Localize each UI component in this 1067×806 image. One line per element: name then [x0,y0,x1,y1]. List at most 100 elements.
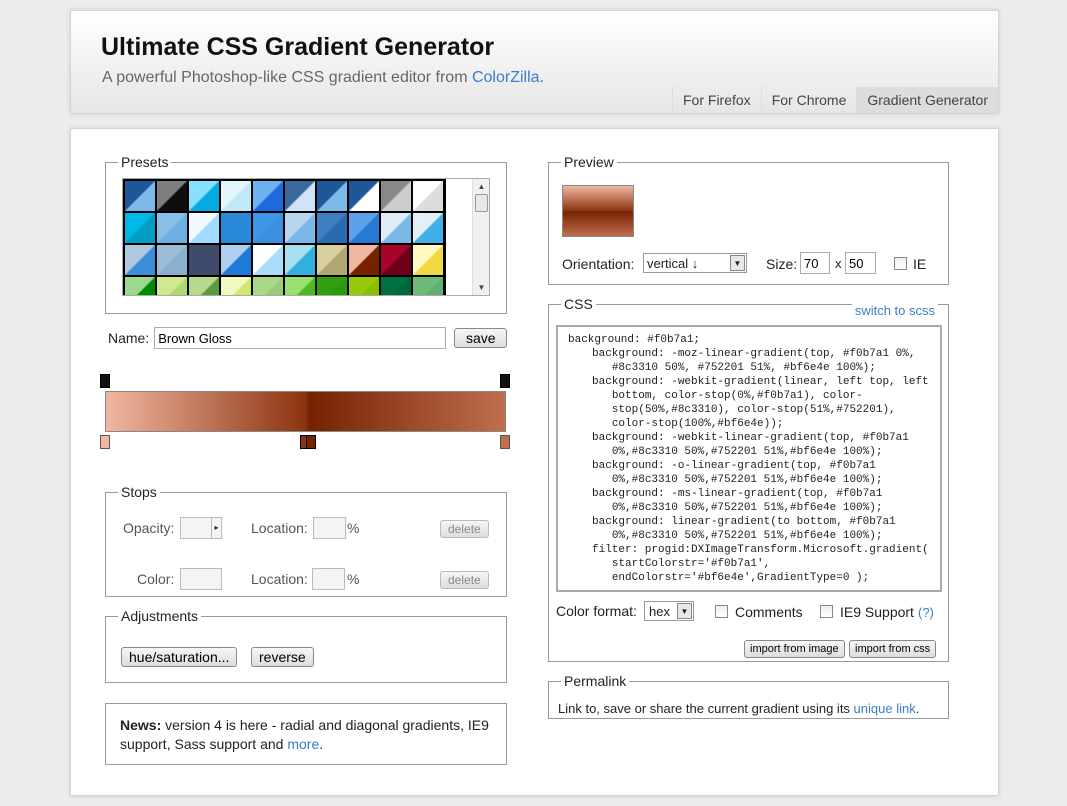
presets-grid [123,179,446,295]
news-end: . [319,736,324,752]
opacity-location-input[interactable] [313,517,346,539]
preset-swatch[interactable] [189,245,219,275]
preset-swatch[interactable] [285,213,315,243]
import-from-css-button[interactable]: import from css [849,640,937,658]
preset-swatch[interactable] [221,245,251,275]
preset-swatch[interactable] [413,277,443,295]
preset-swatch[interactable] [221,181,251,211]
stops-panel: Stops Opacity: ▸ Location: % delete Colo… [105,484,507,597]
preset-swatch[interactable] [285,245,315,275]
color-stop-51[interactable] [306,435,316,449]
color-location-input[interactable] [312,568,345,590]
preset-swatch[interactable] [125,181,155,211]
save-button[interactable]: save [454,328,508,348]
height-input[interactable] [845,252,876,274]
permalink-text: Link to, save or share the current gradi… [558,701,919,716]
nav-firefox[interactable]: For Firefox [672,87,761,113]
preset-swatch[interactable] [189,181,219,211]
delete-color-stop-button[interactable]: delete [440,571,489,589]
preset-swatch[interactable] [253,213,283,243]
import-from-image-button[interactable]: import from image [744,640,845,658]
color-format-select[interactable]: hex ▼ [644,601,694,621]
width-input[interactable] [800,252,830,274]
preset-swatch[interactable] [189,277,219,295]
preset-swatch[interactable] [349,277,379,295]
css-output[interactable]: background: #f0b7a1; background: -moz-li… [556,325,942,592]
switch-to-scss-link[interactable]: switch to scss [851,303,938,318]
color-format-value: hex [649,604,670,619]
preset-swatch[interactable] [221,277,251,295]
preset-swatch[interactable] [253,245,283,275]
preset-swatch[interactable] [317,181,347,211]
preset-swatch[interactable] [317,277,347,295]
preset-swatch[interactable] [381,277,411,295]
size-label: Size: [766,256,798,272]
name-label: Name: [108,330,150,346]
preset-swatch[interactable] [125,245,155,275]
preset-swatch[interactable] [157,277,187,295]
comments-label: Comments [735,604,803,620]
presets-scrollbar[interactable]: ▲ ▼ [472,179,489,295]
color-stop-100[interactable] [500,435,510,449]
top-nav: For Firefox For Chrome Gradient Generato… [672,87,998,113]
gradient-preview[interactable] [562,185,634,237]
color-stop-0[interactable] [100,435,110,449]
comments-checkbox[interactable] [715,605,728,618]
news-more-link[interactable]: more [287,736,319,752]
opacity-input[interactable]: ▸ [180,517,222,539]
preset-swatch[interactable] [285,277,315,295]
preset-swatch[interactable] [349,245,379,275]
reverse-button[interactable]: reverse [251,647,314,667]
css-legend: CSS [564,296,593,312]
percent-sign: % [347,520,360,536]
name-row: Name: save [108,327,508,349]
preset-swatch[interactable] [317,245,347,275]
opacity-stop-left[interactable] [100,374,110,388]
color-format-label: Color format: [556,603,637,619]
nav-gradient-generator[interactable]: Gradient Generator [856,87,998,113]
hue-saturation-button[interactable]: hue/saturation... [121,647,238,667]
opacity-stop-right[interactable] [500,374,510,388]
news-box: News: version 4 is here - radial and dia… [105,703,507,765]
permalink-legend: Permalink [564,673,627,689]
preset-swatch[interactable] [381,213,411,243]
preset-swatch[interactable] [413,213,443,243]
page-title: Ultimate CSS Gradient Generator [101,33,495,61]
ie9-checkbox[interactable] [820,605,833,618]
preset-swatch[interactable] [253,277,283,295]
unique-link[interactable]: unique link [854,701,916,716]
orientation-select[interactable]: vertical ↓ ▼ [643,253,747,273]
preset-swatch[interactable] [157,245,187,275]
color-label: Color: [137,571,175,587]
nav-chrome[interactable]: For Chrome [760,87,857,113]
preset-swatch[interactable] [381,245,411,275]
subtitle: A powerful Photoshop-like CSS gradient e… [102,69,544,87]
preset-swatch[interactable] [349,213,379,243]
adjustments-legend: Adjustments [121,608,199,624]
name-input[interactable] [154,327,447,349]
preset-swatch[interactable] [125,277,155,295]
preset-swatch[interactable] [413,245,443,275]
orientation-label: Orientation: [562,256,635,272]
preset-swatch[interactable] [413,181,443,211]
preset-swatch[interactable] [381,181,411,211]
preset-swatch[interactable] [349,181,379,211]
size-x: x [835,256,842,271]
preview-panel: Preview Orientation: vertical ↓▼ Size: x… [548,154,949,285]
preset-swatch[interactable] [157,213,187,243]
preset-swatch[interactable] [285,181,315,211]
preset-swatch[interactable] [253,181,283,211]
preset-swatch[interactable] [189,213,219,243]
preset-swatch[interactable] [157,181,187,211]
ie9-help-link[interactable]: (?) [918,605,934,620]
ie-checkbox[interactable] [894,257,907,270]
colorzilla-link[interactable]: ColorZilla [472,69,540,86]
orientation-value: vertical ↓ [647,256,699,271]
gradient-bar[interactable] [105,391,506,432]
subtitle-end: . [539,69,544,86]
delete-opacity-stop-button[interactable]: delete [440,520,489,538]
preset-swatch[interactable] [221,213,251,243]
preset-swatch[interactable] [317,213,347,243]
preset-swatch[interactable] [125,213,155,243]
color-input[interactable] [180,568,222,590]
